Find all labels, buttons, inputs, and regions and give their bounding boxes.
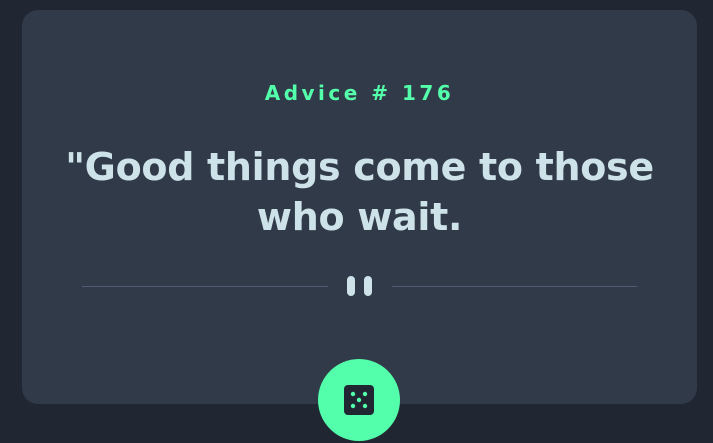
pattern-divider bbox=[82, 274, 637, 298]
generate-advice-button[interactable] bbox=[318, 359, 400, 441]
divider-line-right bbox=[392, 286, 637, 287]
advice-id-label: Advice # 176 bbox=[264, 81, 455, 105]
advice-quote: "Good things come to those who wait. bbox=[65, 145, 654, 239]
pause-bar-right bbox=[364, 276, 372, 296]
pause-bar-left bbox=[347, 276, 355, 296]
divider-line-left bbox=[82, 286, 328, 287]
advice-card: Advice # 176 "Good things come to those … bbox=[22, 10, 697, 404]
pause-icon bbox=[347, 276, 373, 296]
dice-icon bbox=[344, 385, 374, 415]
